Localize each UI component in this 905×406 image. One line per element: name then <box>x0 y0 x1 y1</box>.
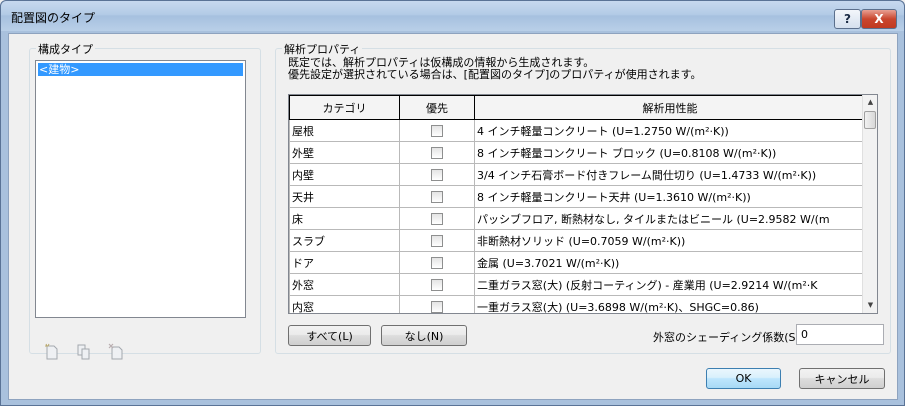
column-header-override: 優先 <box>399 95 475 120</box>
property-cell[interactable]: 8 インチ軽量コンクリート ブロック (U=0.8108 W/(m²·K)) <box>474 141 866 164</box>
vertical-scrollbar[interactable]: ▲ ▼ <box>862 95 877 313</box>
properties-table: カテゴリ 優先 解析用性能 屋根 4 インチ軽量コンクリート (U=1.2750 … <box>288 94 878 314</box>
category-cell: 外壁 <box>289 141 400 164</box>
select-all-button[interactable]: すべて(L) <box>288 325 371 346</box>
override-checkbox[interactable] <box>431 191 443 203</box>
duplicate-type-icon[interactable] <box>76 343 92 361</box>
table-row[interactable]: 屋根 4 インチ軽量コンクリート (U=1.2750 W/(m²·K)) <box>289 119 866 142</box>
table-row[interactable]: 内窓 一重ガラス窓(大) (U=3.6898 W/(m²·K)、SHGC=0.86… <box>289 295 866 313</box>
new-type-icon[interactable] <box>44 343 60 361</box>
override-cell <box>399 295 475 313</box>
override-checkbox[interactable] <box>431 125 443 137</box>
property-cell[interactable]: 3/4 インチ石膏ボード付きフレーム間仕切り (U=1.4733 W/(m²·K… <box>474 163 866 186</box>
scroll-up-icon[interactable]: ▲ <box>863 95 877 110</box>
category-cell: 内壁 <box>289 163 400 186</box>
table-row[interactable]: 外窓 二重ガラス窓(大) (反射コーティング) - 産業用 (U=2.9214 W… <box>289 273 866 296</box>
override-checkbox[interactable] <box>431 301 443 313</box>
override-checkbox[interactable] <box>431 147 443 159</box>
property-cell[interactable]: 二重ガラス窓(大) (反射コーティング) - 産業用 (U=2.9214 W/(… <box>474 273 866 296</box>
property-cell[interactable]: パッシブフロア, 断熱材なし, タイルまたはビニール (U=2.9582 W/(… <box>474 207 866 230</box>
override-cell <box>399 119 475 142</box>
override-cell <box>399 207 475 230</box>
dialog-window: 配置図のタイプ ? X 構成タイプ <建物> 解析プロパティ 既定では、解析プロ… <box>0 0 905 406</box>
property-cell[interactable]: 4 インチ軽量コンクリート (U=1.2750 W/(m²·K)) <box>474 119 866 142</box>
table-row[interactable]: スラブ 非断熱材ソリッド (U=0.7059 W/(m²·K)) <box>289 229 866 252</box>
list-item[interactable]: <建物> <box>37 62 244 77</box>
shading-coefficient-label: 外窓のシェーディング係数(S): <box>653 331 804 344</box>
type-toolbar <box>44 343 124 361</box>
scroll-down-icon[interactable]: ▼ <box>863 298 877 313</box>
ok-button[interactable]: OK <box>706 368 781 389</box>
help-button[interactable]: ? <box>834 9 861 29</box>
category-cell: 天井 <box>289 185 400 208</box>
dialog-title: 配置図のタイプ <box>11 11 96 25</box>
override-checkbox[interactable] <box>431 169 443 181</box>
select-none-button[interactable]: なし(N) <box>381 325 467 346</box>
description: 既定では、解析プロパティは仮構成の情報から生成されます。 優先設定が選択されてい… <box>288 57 702 81</box>
override-checkbox[interactable] <box>431 257 443 269</box>
table-row[interactable]: ドア 金属 (U=3.7021 W/(m²·K)) <box>289 251 866 274</box>
dialog-body: 構成タイプ <建物> 解析プロパティ 既定では、解析プロパティは仮構成の情報から <box>8 33 898 400</box>
override-cell <box>399 229 475 252</box>
title-bar: 配置図のタイプ ? X <box>1 1 904 31</box>
table-row[interactable]: 内壁 3/4 インチ石膏ボード付きフレーム間仕切り (U=1.4733 W/(m²… <box>289 163 866 186</box>
table-row[interactable]: 床 パッシブフロア, 断熱材なし, タイルまたはビニール (U=2.9582 W/… <box>289 207 866 230</box>
table-row[interactable]: 外壁 8 インチ軽量コンクリート ブロック (U=0.8108 W/(m²·K)) <box>289 141 866 164</box>
override-checkbox[interactable] <box>431 235 443 247</box>
override-cell <box>399 273 475 296</box>
category-cell: 内窓 <box>289 295 400 313</box>
description-line-2: 優先設定が選択されている場合は、[配置図のタイプ]のプロパティが使用されます。 <box>288 68 702 81</box>
close-button[interactable]: X <box>861 9 897 29</box>
override-cell <box>399 163 475 186</box>
override-checkbox[interactable] <box>431 279 443 291</box>
construction-type-list[interactable]: <建物> <box>35 60 246 318</box>
table-row[interactable]: 天井 8 インチ軽量コンクリート天井 (U=1.3610 W/(m²·K)) <box>289 185 866 208</box>
override-checkbox[interactable] <box>431 213 443 225</box>
scroll-thumb[interactable] <box>864 111 876 129</box>
category-cell: 屋根 <box>289 119 400 142</box>
delete-type-icon[interactable] <box>108 343 124 361</box>
override-cell <box>399 185 475 208</box>
analysis-properties-label: 解析プロパティ <box>282 41 363 57</box>
construction-type-group: 構成タイプ <建物> <box>29 41 261 360</box>
analysis-properties-group: 解析プロパティ 既定では、解析プロパティは仮構成の情報から生成されます。 優先設… <box>275 41 891 354</box>
override-cell <box>399 251 475 274</box>
property-cell[interactable]: 一重ガラス窓(大) (U=3.6898 W/(m²·K)、SHGC=0.86) <box>474 295 866 313</box>
category-cell: スラブ <box>289 229 400 252</box>
construction-type-label: 構成タイプ <box>36 41 95 57</box>
property-cell[interactable]: 8 インチ軽量コンクリート天井 (U=1.3610 W/(m²·K)) <box>474 185 866 208</box>
column-header-property: 解析用性能 <box>474 95 866 120</box>
shading-coefficient-input[interactable]: 0 <box>796 324 884 345</box>
property-cell[interactable]: 金属 (U=3.7021 W/(m²·K)) <box>474 251 866 274</box>
category-cell: ドア <box>289 251 400 274</box>
category-cell: 外窓 <box>289 273 400 296</box>
category-cell: 床 <box>289 207 400 230</box>
property-cell[interactable]: 非断熱材ソリッド (U=0.7059 W/(m²·K)) <box>474 229 866 252</box>
override-cell <box>399 141 475 164</box>
column-header-category: カテゴリ <box>289 95 400 120</box>
cancel-button[interactable]: キャンセル <box>799 368 885 389</box>
